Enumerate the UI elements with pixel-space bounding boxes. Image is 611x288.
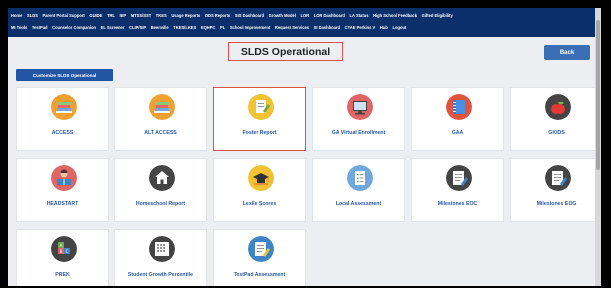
graduation-cap-icon: [248, 165, 274, 191]
document-pencil-icon: [545, 165, 571, 191]
tile-lexile-scores[interactable]: Lexile Scores: [213, 158, 306, 222]
tile-label: PREK: [55, 272, 70, 278]
books-icon: [51, 94, 77, 120]
nav-link-lor-dashboard[interactable]: LOR Dashboard: [314, 10, 345, 22]
nav-link-high-school-feedback[interactable]: High School Feedback: [373, 10, 417, 22]
nav-link-mi-tools[interactable]: MI Tools: [11, 22, 27, 34]
svg-text:B: B: [60, 249, 63, 254]
nav-row-primary: Home SLDS Parent Portal Support GUIDE TRL IEP…: [11, 10, 598, 22]
tile-milestones-eog[interactable]: Milestones EOG: [510, 158, 601, 222]
tile-label: GA Virtual Enrollment: [331, 130, 386, 136]
nav-link-usage-reports[interactable]: Usage Reports: [171, 10, 200, 22]
nav-link-home[interactable]: Home: [11, 10, 22, 22]
tile-label: Milestones EOC: [437, 201, 478, 207]
tile-testpad-assessment[interactable]: TestPad Assessment: [213, 229, 306, 286]
nav-link-eqhpc[interactable]: EQHPC: [201, 22, 216, 34]
report-pencil-icon: [248, 94, 274, 120]
nav-link-slds[interactable]: SLDS: [27, 10, 38, 22]
tile-gkids[interactable]: GKIDS: [510, 87, 601, 151]
nav-link-gifted-eligibility[interactable]: Gifted Eligibility: [422, 10, 453, 22]
app-frame: Home SLDS Parent Portal Support GUIDE TRL IEP…: [8, 8, 601, 286]
document-pencil-icon: [446, 165, 472, 191]
main-content: SLDS Operational Back Customize SLDS Ope…: [8, 37, 601, 286]
abc-blocks-icon: ABC: [51, 236, 77, 262]
nav-link-ctae-perkins-v[interactable]: CTAE Perkins V: [345, 22, 376, 34]
nav-link-mtss-sst[interactable]: MTSS/SST: [131, 10, 151, 22]
nav-link-clip-sip[interactable]: CLIP/SIP: [129, 22, 146, 34]
vertical-scrollbar[interactable]: [595, 8, 601, 286]
tile-label: Foster Report: [242, 130, 277, 136]
nav-link-trl[interactable]: TRL: [107, 10, 115, 22]
tile-milestones-eoc[interactable]: Milestones EOC: [411, 158, 504, 222]
nav-link-sis-dashboard[interactable]: SIS Dashboard: [235, 10, 264, 22]
svg-text:C: C: [66, 249, 69, 254]
tile-label: Milestones EOG: [536, 201, 577, 207]
tile-headstart[interactable]: HEADSTART: [16, 158, 109, 222]
tile-foster-report[interactable]: Foster Report: [213, 87, 306, 151]
nav-link-testpad[interactable]: TestPad: [32, 22, 48, 34]
scrollbar-thumb[interactable]: [596, 20, 600, 170]
test-pencil-icon: [248, 236, 274, 262]
tile-label: TestPad Assessment: [233, 272, 286, 278]
page-title-box: SLDS Operational: [228, 42, 343, 61]
tile-label: Student Growth Percentile: [127, 272, 194, 278]
nav-link-la-status[interactable]: LA Status: [350, 10, 369, 22]
nav-row-secondary: MI Tools TestPad Counselor Companion EL Scr…: [11, 22, 598, 34]
notebook-icon: [446, 94, 472, 120]
tile-label: ALT ACCESS: [144, 130, 177, 136]
tile-alt-access[interactable]: ALT ACCESS: [114, 87, 207, 151]
calendar-grid-icon: [149, 236, 175, 262]
nav-link-counselor-companion[interactable]: Counselor Companion: [52, 22, 96, 34]
customize-button[interactable]: Customize SLDS Operational: [16, 69, 113, 81]
reading-child-icon: [51, 165, 77, 191]
nav-link-el-screener[interactable]: EL Screener: [101, 22, 125, 34]
nav-link-parent-portal-support[interactable]: Parent Portal Support: [42, 10, 84, 22]
tile-label: Homeschool Report: [135, 201, 186, 207]
tile-label: Local Assessment: [335, 201, 382, 207]
tile-ga-virtual-enrollment[interactable]: GA Virtual Enrollment: [312, 87, 405, 151]
apple-icon: [545, 94, 571, 120]
nav-link-growth-model[interactable]: Growth Model: [269, 10, 296, 22]
tile-local-assessment[interactable]: Local Assessment: [312, 158, 405, 222]
nav-link-beenville[interactable]: Beenville: [151, 22, 169, 34]
nav-link-hub[interactable]: Hub: [380, 22, 388, 34]
tile-access[interactable]: ACCESS: [16, 87, 109, 151]
tile-gaa[interactable]: GAA: [411, 87, 504, 151]
books-icon: [149, 94, 175, 120]
house-icon: [149, 165, 175, 191]
nav-link-lor[interactable]: LOR: [301, 10, 310, 22]
tile-label: ACCESS: [51, 130, 74, 136]
nav-link-guide[interactable]: GUIDE: [89, 10, 102, 22]
nav-link-tkes-lkes[interactable]: TKES/LKES: [173, 22, 196, 34]
nav-link-logout[interactable]: Logout: [392, 22, 406, 34]
tile-homeschool-report[interactable]: Homeschool Report: [114, 158, 207, 222]
nav-link-tkes[interactable]: TKES: [156, 10, 167, 22]
top-nav: Home SLDS Parent Portal Support GUIDE TRL IEP…: [8, 8, 601, 37]
nav-link-pl[interactable]: PL: [220, 22, 225, 34]
page-title: SLDS Operational: [240, 45, 331, 58]
nav-link-ods-reports[interactable]: ODS Reports: [205, 10, 230, 22]
tile-label: GAA: [451, 130, 464, 136]
tile-label: Lexile Scores: [242, 201, 277, 207]
tile-prek[interactable]: A B C PREK: [16, 229, 109, 286]
nav-link-si-dashboard[interactable]: SI Dashboard: [314, 22, 340, 34]
nav-link-request-services[interactable]: Request Services: [275, 22, 309, 34]
computer-monitor-icon: [347, 94, 373, 120]
checklist-icon: [347, 165, 373, 191]
tile-label: GKIDS: [548, 130, 565, 136]
tile-label: HEADSTART: [46, 201, 79, 207]
tile-student-growth-percentile[interactable]: Student Growth Percentile: [114, 229, 207, 286]
back-button[interactable]: Back: [544, 45, 590, 60]
nav-link-iep[interactable]: IEP: [120, 10, 127, 22]
nav-link-school-improvement[interactable]: School Improvement: [230, 22, 271, 34]
svg-text:A: A: [60, 243, 63, 248]
